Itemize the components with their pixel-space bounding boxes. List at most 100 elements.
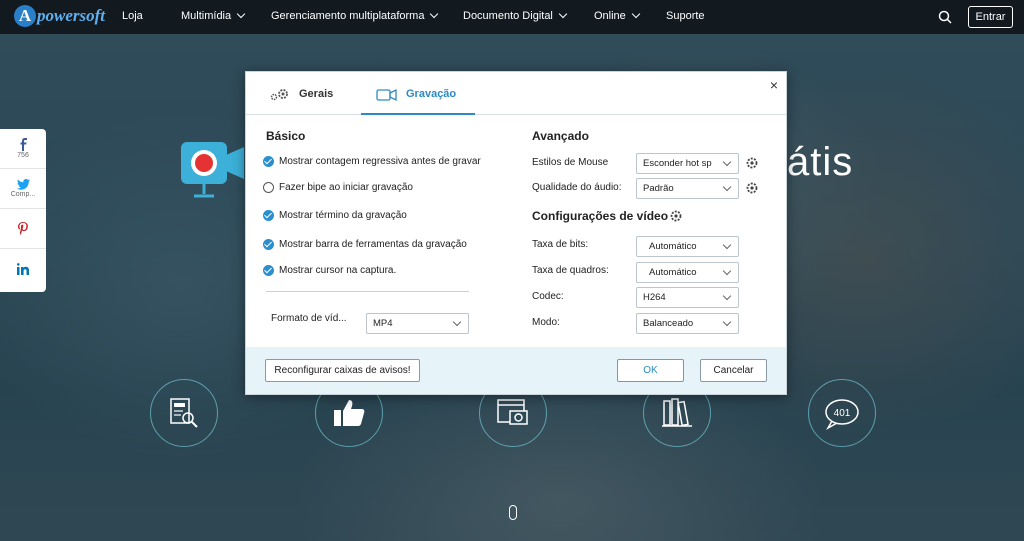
tab-label: Gerais: [299, 88, 334, 100]
checked-icon: [263, 210, 274, 221]
nav-item-label: Gerenciamento multiplataforma: [271, 10, 425, 22]
chevron-down-icon: [722, 182, 732, 192]
mouse-settings-gear-icon[interactable]: [746, 157, 758, 169]
select-value: Automático: [649, 241, 697, 252]
nav-item-label: Suporte: [666, 10, 705, 22]
beep-option[interactable]: Fazer bipe ao iniciar gravação: [263, 182, 413, 193]
select-value: Balanceado: [643, 318, 694, 329]
cancel-button[interactable]: Cancelar: [700, 359, 767, 382]
bitrate-label: Taxa de bits:: [532, 239, 589, 250]
codec-select[interactable]: H264: [636, 287, 739, 308]
audio-quality-select[interactable]: Padrão: [636, 178, 739, 199]
nav-item-documento-digital[interactable]: Documento Digital: [463, 9, 568, 22]
select-value: Automático: [649, 267, 697, 278]
section-divider: [266, 291, 469, 292]
nav-item-label: Multimídia: [181, 10, 232, 22]
select-value: H264: [643, 292, 666, 303]
pinterest-share-button[interactable]: [0, 209, 46, 249]
chevron-down-icon: [631, 9, 641, 19]
twitter-share-button[interactable]: Comp...: [0, 169, 46, 209]
recording-settings-dialog: × Gerais Gravação Básico Mostrar contage…: [245, 71, 787, 395]
advanced-section-title: Avançado: [532, 129, 589, 143]
books-icon: [662, 398, 692, 427]
chevron-down-icon: [722, 291, 732, 301]
chevron-down-icon: [558, 9, 568, 19]
video-format-label: Formato de víd...: [271, 313, 347, 324]
camera-document-icon: [497, 399, 528, 425]
checked-icon: [263, 265, 274, 276]
checked-icon: [263, 156, 274, 167]
social-share-bar: 756 Comp...: [0, 129, 46, 292]
show-end-option[interactable]: Mostrar término da gravação: [263, 210, 407, 221]
apowersoft-logo[interactable]: A powersoft: [14, 5, 105, 27]
facebook-share-button[interactable]: 756: [0, 129, 46, 169]
pinterest-icon: [18, 222, 28, 235]
audio-settings-gear-icon[interactable]: [746, 182, 758, 194]
dialog-tabs: Gerais Gravação: [246, 72, 786, 115]
gears-icon: [270, 89, 288, 101]
reset-warnings-button[interactable]: Reconfigurar caixas de avisos!: [265, 359, 420, 382]
unchecked-radio-icon: [263, 182, 274, 193]
linkedin-icon: [17, 263, 29, 275]
select-value: MP4: [373, 318, 393, 329]
thumbs-up-icon: [334, 400, 365, 426]
linkedin-share-button[interactable]: [0, 249, 46, 289]
mode-select[interactable]: Balanceado: [636, 313, 739, 334]
chevron-down-icon: [722, 157, 732, 167]
logo-text: powersoft: [37, 6, 105, 25]
speech-bubble-icon: 401: [825, 399, 859, 430]
ok-button[interactable]: OK: [617, 359, 684, 382]
mouse-style-select[interactable]: Esconder hot sp: [636, 153, 739, 174]
nav-item-loja[interactable]: Loja: [122, 10, 143, 22]
show-cursor-option[interactable]: Mostrar cursor na captura.: [263, 265, 396, 276]
mouse-style-label: Estilos de Mouse: [532, 157, 609, 168]
chevron-down-icon: [236, 9, 246, 19]
select-value: Esconder hot sp: [643, 158, 712, 169]
framerate-label: Taxa de quadros:: [532, 265, 609, 276]
bitrate-select[interactable]: Automático: [636, 236, 739, 257]
chevron-down-icon: [452, 317, 462, 327]
nav-item-label: Documento Digital: [463, 10, 553, 22]
option-label: Mostrar contagem regressiva antes de gra…: [279, 156, 481, 167]
tab-label: Gravação: [406, 88, 457, 100]
scroll-indicator[interactable]: [509, 505, 517, 520]
video-settings-title: Configurações de vídeo: [532, 209, 669, 223]
codec-label: Codec:: [532, 291, 564, 302]
chevron-down-icon: [722, 317, 732, 327]
twitter-share-label: Comp...: [10, 191, 36, 198]
logo-letter: A: [14, 5, 36, 27]
basic-section-title: Básico: [266, 129, 306, 143]
hero-title-fragment: átis: [787, 140, 854, 184]
mode-label: Modo:: [532, 317, 560, 328]
tab-gerais[interactable]: Gerais: [269, 88, 333, 115]
search-document-feature-icon[interactable]: [150, 379, 218, 447]
audio-quality-label: Qualidade do áudio:: [532, 182, 622, 193]
twitter-icon: [16, 179, 30, 190]
search-icon[interactable]: [938, 10, 952, 24]
nav-item-label: Online: [594, 10, 626, 22]
framerate-select[interactable]: Automático: [636, 262, 739, 283]
nav-item-suporte[interactable]: Suporte: [666, 10, 705, 22]
nav-item-gerenciamento[interactable]: Gerenciamento multiplataforma: [271, 9, 439, 22]
checked-icon: [263, 239, 274, 250]
chevron-down-icon: [722, 240, 732, 250]
document-search-icon: [170, 398, 198, 428]
video-format-select[interactable]: MP4: [366, 313, 469, 334]
tab-gravacao[interactable]: Gravação: [361, 88, 475, 115]
countdown-option[interactable]: Mostrar contagem regressiva antes de gra…: [263, 156, 481, 167]
option-label: Mostrar término da gravação: [279, 210, 407, 221]
top-navigation: A powersoft Loja Multimídia Gerenciament…: [0, 0, 1024, 34]
nav-item-multimidia[interactable]: Multimídia: [181, 9, 246, 22]
option-label: Mostrar barra de ferramentas da gravação: [279, 239, 467, 250]
facebook-icon: [20, 138, 27, 151]
show-toolbar-option[interactable]: Mostrar barra de ferramentas da gravação: [263, 239, 467, 250]
dialog-footer: Reconfigurar caixas de avisos! OK Cancel…: [246, 347, 786, 394]
video-settings-gear-icon[interactable]: [670, 210, 682, 222]
nav-item-online[interactable]: Online: [594, 9, 641, 22]
video-camera-icon: [376, 88, 397, 102]
chevron-down-icon: [722, 266, 732, 276]
screen-recorder-app-icon: [181, 142, 244, 198]
error-401-feature-icon[interactable]: 401: [808, 379, 876, 447]
login-button[interactable]: Entrar: [968, 6, 1013, 28]
badge-number: 401: [834, 408, 851, 419]
